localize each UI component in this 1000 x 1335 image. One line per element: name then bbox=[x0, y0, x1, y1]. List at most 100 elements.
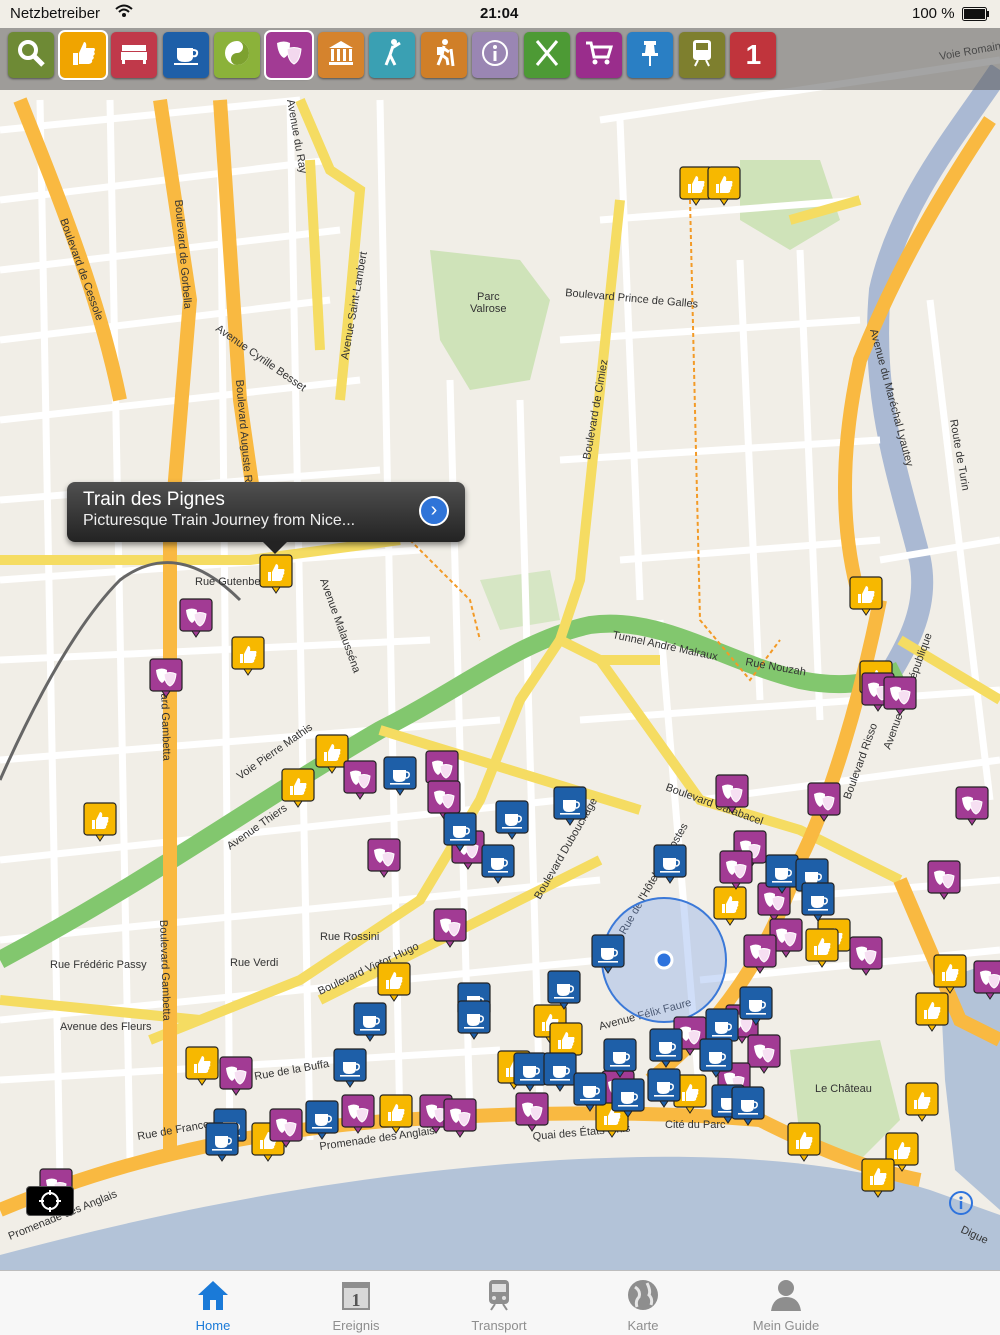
category-button-pin[interactable] bbox=[627, 32, 674, 78]
poi-marker-cafe[interactable] bbox=[591, 934, 625, 974]
poi-marker-cafe[interactable] bbox=[333, 1048, 367, 1088]
poi-marker-thumbs-up[interactable] bbox=[787, 1122, 821, 1162]
poi-marker-thumbs-up[interactable] bbox=[83, 802, 117, 842]
poi-marker-cafe[interactable] bbox=[481, 844, 515, 884]
category-button-info[interactable] bbox=[472, 32, 519, 78]
person-icon bbox=[771, 1280, 801, 1311]
poi-marker-theatre[interactable] bbox=[715, 774, 749, 814]
poi-marker-thumbs-up[interactable] bbox=[231, 636, 265, 676]
poi-marker-thumbs-up[interactable] bbox=[679, 166, 713, 206]
tab-karte[interactable]: Karte bbox=[583, 1271, 703, 1335]
poi-marker-theatre[interactable] bbox=[719, 850, 753, 890]
poi-marker-theatre[interactable] bbox=[343, 760, 377, 800]
poi-marker-cafe[interactable] bbox=[305, 1100, 339, 1140]
status-bar: Netzbetreiber 21:04 100 % bbox=[0, 0, 1000, 28]
poi-marker-thumbs-up[interactable] bbox=[379, 1094, 413, 1134]
category-button-thumbs-up[interactable] bbox=[57, 30, 108, 80]
poi-marker-thumbs-up[interactable] bbox=[259, 554, 293, 594]
poi-marker-thumbs-up[interactable] bbox=[915, 992, 949, 1032]
category-button-yin-yang[interactable] bbox=[214, 32, 261, 78]
poi-marker-thumbs-up[interactable] bbox=[805, 928, 839, 968]
category-button-shopping-cart[interactable] bbox=[575, 32, 622, 78]
poi-marker-cafe[interactable] bbox=[739, 986, 773, 1026]
poi-marker-cafe[interactable] bbox=[573, 1072, 607, 1112]
locate-me-button[interactable] bbox=[26, 1186, 74, 1216]
poi-marker-cafe[interactable] bbox=[205, 1122, 239, 1162]
poi-marker-cafe[interactable] bbox=[443, 812, 477, 852]
poi-marker-cafe[interactable] bbox=[765, 854, 799, 894]
poi-marker-theatre[interactable] bbox=[149, 658, 183, 698]
category-button-coffee-cup[interactable] bbox=[162, 32, 209, 78]
poi-marker-thumbs-up[interactable] bbox=[377, 962, 411, 1002]
poi-marker-cafe[interactable] bbox=[353, 1002, 387, 1042]
poi-marker-theatre[interactable] bbox=[341, 1094, 375, 1134]
poi-marker-cafe[interactable] bbox=[457, 1000, 491, 1040]
street-label: Parc bbox=[477, 291, 500, 303]
poi-marker-thumbs-up[interactable] bbox=[281, 768, 315, 808]
poi-marker-theatre[interactable] bbox=[849, 936, 883, 976]
category-button-search[interactable] bbox=[8, 32, 54, 78]
poi-marker-thumbs-up[interactable] bbox=[849, 576, 883, 616]
poi-marker-thumbs-up[interactable] bbox=[713, 886, 747, 926]
map-view[interactable]: Boulevard de Gorbella Avenue du Ray Boul… bbox=[0, 0, 1000, 1270]
fork-knife-icon bbox=[531, 37, 563, 74]
poi-marker-cafe[interactable] bbox=[547, 970, 581, 1010]
poi-marker-thumbs-up[interactable] bbox=[707, 166, 741, 206]
poi-marker-cafe[interactable] bbox=[495, 800, 529, 840]
poi-marker-theatre[interactable] bbox=[807, 782, 841, 822]
poi-marker-theatre[interactable] bbox=[179, 598, 213, 638]
category-button-bed[interactable] bbox=[111, 32, 158, 78]
poi-marker-thumbs-up[interactable] bbox=[905, 1082, 939, 1122]
category-button-number-one[interactable]: 1 bbox=[730, 32, 777, 78]
poi-callout[interactable]: Train des Pignes Picturesque Train Journ… bbox=[67, 482, 465, 554]
poi-marker-cafe[interactable] bbox=[647, 1068, 681, 1108]
category-button-museum[interactable] bbox=[317, 32, 364, 78]
poi-marker-theatre[interactable] bbox=[269, 1108, 303, 1148]
poi-marker-theatre[interactable] bbox=[955, 786, 989, 826]
poi-marker-theatre[interactable] bbox=[743, 934, 777, 974]
tab-transport[interactable]: Transport bbox=[439, 1271, 559, 1335]
poi-marker-cafe[interactable] bbox=[801, 882, 835, 922]
poi-marker-theatre[interactable] bbox=[367, 838, 401, 878]
map-info-button[interactable] bbox=[948, 1190, 974, 1216]
tab-home[interactable]: Home bbox=[153, 1271, 273, 1335]
poi-marker-cafe[interactable] bbox=[653, 844, 687, 884]
poi-marker-cafe[interactable] bbox=[513, 1052, 547, 1092]
poi-marker-theatre[interactable] bbox=[433, 908, 467, 948]
tab-label: Home bbox=[195, 1318, 231, 1333]
poi-marker-theatre[interactable] bbox=[219, 1056, 253, 1096]
poi-marker-cafe[interactable] bbox=[543, 1052, 577, 1092]
category-button-theatre-masks[interactable] bbox=[264, 30, 314, 80]
poi-marker-cafe[interactable] bbox=[611, 1078, 645, 1118]
category-toolbar: 1 bbox=[0, 28, 1000, 90]
poi-marker-thumbs-up[interactable] bbox=[861, 1158, 895, 1198]
info-icon bbox=[949, 1191, 973, 1215]
poi-marker-cafe[interactable] bbox=[649, 1028, 683, 1068]
poi-marker-cafe[interactable] bbox=[553, 786, 587, 826]
poi-marker-thumbs-up[interactable] bbox=[185, 1046, 219, 1086]
poi-marker-cafe[interactable] bbox=[603, 1038, 637, 1078]
train-icon bbox=[489, 1280, 509, 1311]
poi-marker-cafe[interactable] bbox=[699, 1038, 733, 1078]
poi-marker-theatre[interactable] bbox=[443, 1098, 477, 1138]
poi-marker-cafe[interactable] bbox=[383, 756, 417, 796]
poi-marker-thumbs-up[interactable] bbox=[933, 954, 967, 994]
poi-marker-thumbs-up[interactable] bbox=[315, 734, 349, 774]
globe-icon bbox=[628, 1280, 658, 1310]
poi-marker-cafe[interactable] bbox=[731, 1086, 765, 1126]
category-button-hiker[interactable] bbox=[420, 32, 467, 78]
poi-marker-theatre[interactable] bbox=[973, 960, 1000, 1000]
poi-marker-theatre[interactable] bbox=[515, 1092, 549, 1132]
tab-mein-guide[interactable]: Mein Guide bbox=[726, 1271, 846, 1335]
chevron-right-icon[interactable]: › bbox=[419, 496, 449, 526]
category-button-fork-knife[interactable] bbox=[524, 32, 570, 78]
tab-ereignis[interactable]: 1 Ereignis bbox=[296, 1271, 416, 1335]
street-label: Rue Verdi bbox=[230, 957, 278, 969]
category-button-dancer[interactable] bbox=[369, 32, 416, 78]
poi-marker-theatre[interactable] bbox=[927, 860, 961, 900]
poi-marker-theatre[interactable] bbox=[747, 1034, 781, 1074]
category-button-train[interactable] bbox=[678, 32, 725, 78]
poi-marker-theatre[interactable] bbox=[883, 676, 917, 716]
train-icon bbox=[686, 37, 718, 74]
calendar-icon: 1 bbox=[342, 1282, 370, 1310]
